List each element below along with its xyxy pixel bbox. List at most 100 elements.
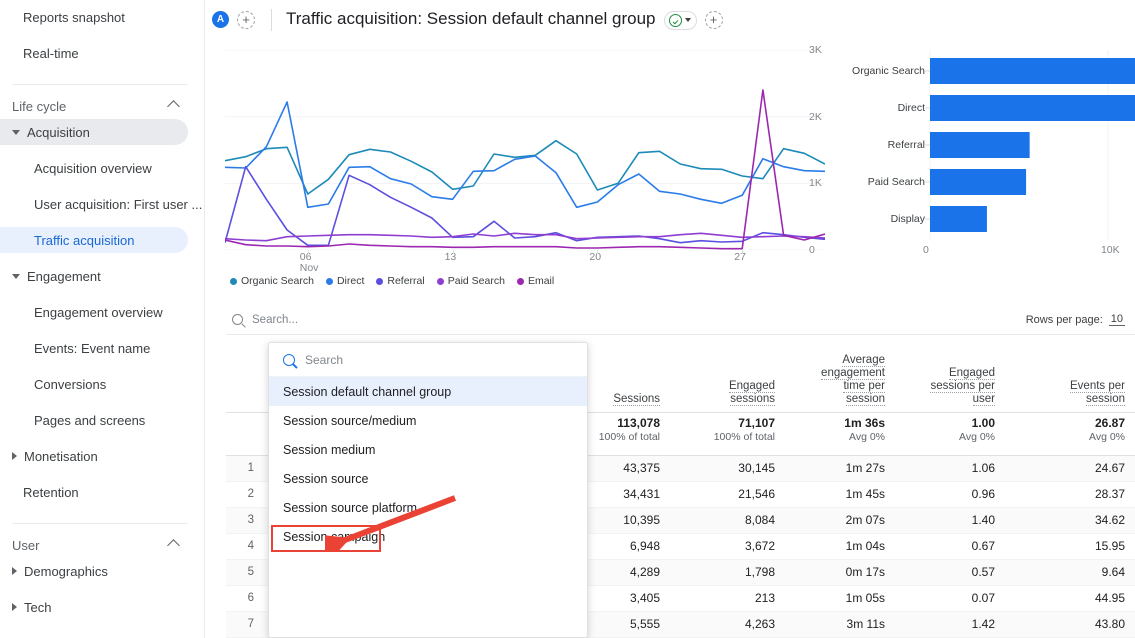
dropdown-option-session-default-channel-group[interactable]: Session default channel group bbox=[269, 377, 587, 406]
dropdown-option-label: Session default channel group bbox=[283, 384, 452, 399]
row-cell: 1.06 bbox=[895, 455, 1005, 482]
legend-item[interactable]: Paid Search bbox=[436, 275, 505, 287]
header-divider bbox=[271, 8, 272, 31]
totals-cell: 26.87 Avg 0% bbox=[1005, 412, 1135, 456]
sidebar-item-demographics[interactable]: Demographics bbox=[0, 558, 188, 584]
table-col-engaged-sessions[interactable]: Engaged sessions bbox=[670, 336, 785, 412]
chevron-up-icon bbox=[167, 99, 180, 113]
add-filter-button[interactable]: + bbox=[704, 10, 723, 29]
totals-cell: 1.00 Avg 0% bbox=[895, 412, 1005, 456]
sidebar-item-retention[interactable]: Retention bbox=[0, 479, 188, 505]
row-cell: 0.07 bbox=[895, 585, 1005, 612]
caret-down-icon bbox=[12, 273, 20, 279]
sidebar-item-traffic-acquisition[interactable]: Traffic acquisition bbox=[0, 227, 188, 253]
dropdown-search-input[interactable]: Search bbox=[305, 353, 343, 367]
legend-item[interactable]: Referral bbox=[376, 275, 425, 287]
sidebar-item-acquisition-overview[interactable]: Acquisition overview bbox=[0, 155, 188, 181]
sidebar-item-conversions[interactable]: Conversions bbox=[0, 371, 188, 397]
legend-color-dot bbox=[230, 277, 237, 285]
dropdown-option-label: Session source platform bbox=[283, 500, 418, 515]
sidebar-section-life-cycle[interactable]: Life cycle bbox=[0, 93, 204, 119]
row-cell: 3m 11s bbox=[785, 611, 895, 638]
sidebar: Reports snapshot Real-time Life cycle Acqui… bbox=[0, 0, 205, 638]
sidebar-item-label: Events: Event name bbox=[34, 340, 151, 356]
sidebar-item-monetisation[interactable]: Monetisation bbox=[0, 443, 188, 469]
dropdown-option-session-medium[interactable]: Session medium bbox=[269, 435, 587, 464]
legend-item[interactable]: Email bbox=[516, 275, 554, 287]
legend-color-dot bbox=[436, 277, 444, 285]
row-index: 5 bbox=[226, 559, 260, 586]
row-cell: 213 bbox=[670, 585, 785, 612]
dropdown-option-session-source-medium[interactable]: Session source/medium bbox=[269, 406, 587, 435]
row-index: 4 bbox=[226, 533, 260, 560]
table-col-events-per-session[interactable]: Events per session bbox=[1005, 336, 1135, 412]
dropdown-search[interactable]: Search bbox=[269, 343, 587, 377]
row-index: 1 bbox=[226, 455, 260, 482]
dropdown-option-label: Session campaign bbox=[283, 529, 386, 544]
row-index: 3 bbox=[226, 507, 260, 534]
sidebar-item-tech[interactable]: Tech bbox=[0, 594, 188, 620]
row-cell: 1m 27s bbox=[785, 455, 895, 482]
page-title-text: Traffic acquisition: Session default cha… bbox=[286, 9, 656, 29]
row-cell: 1m 45s bbox=[785, 481, 895, 508]
row-cell: 43.80 bbox=[1005, 611, 1135, 638]
dropdown-option-session-source[interactable]: Session source bbox=[269, 464, 587, 493]
caret-right-icon bbox=[12, 603, 17, 611]
sidebar-item-engagement-overview[interactable]: Engagement overview bbox=[0, 299, 188, 325]
sidebar-item-acquisition[interactable]: Acquisition bbox=[0, 119, 188, 145]
sidebar-item-real-time[interactable]: Real-time bbox=[0, 40, 188, 66]
caret-right-icon bbox=[12, 567, 17, 575]
totals-subtext: Avg 0% bbox=[1089, 430, 1125, 443]
line-chart-ytick: 3K bbox=[809, 44, 822, 56]
legend-color-dot bbox=[516, 277, 524, 285]
totals-subtext: Avg 0% bbox=[959, 430, 995, 443]
row-cell: 28.37 bbox=[1005, 481, 1135, 508]
legend-item[interactable]: Organic Search bbox=[230, 275, 314, 287]
row-cell: 15.95 bbox=[1005, 533, 1135, 560]
row-cell: 0m 17s bbox=[785, 559, 895, 586]
row-cell: 3,672 bbox=[670, 533, 785, 560]
row-cell: 0.57 bbox=[895, 559, 1005, 586]
row-cell: 1.42 bbox=[895, 611, 1005, 638]
row-cell: 1m 05s bbox=[785, 585, 895, 612]
totals-subtext: Avg 0% bbox=[849, 430, 885, 443]
sidebar-section-user[interactable]: User bbox=[0, 532, 204, 558]
search-input[interactable]: Search... bbox=[252, 314, 298, 326]
dropdown-options: Session default channel group Session sou… bbox=[269, 377, 587, 551]
rows-per-page-value[interactable]: 10 bbox=[1108, 313, 1125, 326]
sidebar-item-engagement[interactable]: Engagement bbox=[0, 263, 188, 289]
table-col-average-engagement-time-per-session[interactable]: Average engagement time per session bbox=[785, 336, 895, 412]
sidebar-section-label: Life cycle bbox=[12, 98, 67, 114]
search-icon bbox=[232, 314, 243, 325]
sidebar-item-pages-and-screens[interactable]: Pages and screens bbox=[0, 407, 188, 433]
sidebar-item-reports-snapshot[interactable]: Reports snapshot bbox=[0, 4, 188, 30]
rows-per-page-label: Rows per page: bbox=[1025, 313, 1103, 326]
sidebar-item-label: Engagement overview bbox=[34, 304, 163, 320]
sidebar-item-events-event-name[interactable]: Events: Event name bbox=[0, 335, 188, 361]
bar-chart-category-label: Referral bbox=[887, 139, 925, 151]
table-col-index bbox=[226, 336, 260, 412]
dropdown-option-session-campaign[interactable]: Session campaign bbox=[269, 522, 587, 551]
status-badge[interactable] bbox=[663, 10, 697, 30]
sidebar-divider bbox=[12, 84, 188, 85]
sidebar-item-label: Traffic acquisition bbox=[34, 232, 135, 248]
dropdown-option-session-source-platform[interactable]: Session source platform bbox=[269, 493, 587, 522]
dimension-dropdown[interactable]: Search Session default channel group Sess… bbox=[268, 342, 588, 638]
legend-item[interactable]: Direct bbox=[325, 275, 364, 287]
sidebar-item-label: Reports snapshot bbox=[23, 9, 125, 25]
row-cell: 24.67 bbox=[1005, 455, 1135, 482]
row-index: 7 bbox=[226, 611, 260, 638]
line-chart-ytick: 0 bbox=[809, 244, 815, 256]
totals-cell: 71,107 100% of total bbox=[670, 412, 785, 456]
sidebar-item-label: User acquisition: First user ... bbox=[34, 196, 203, 212]
sidebar-section-label: User bbox=[12, 537, 40, 553]
add-comparison-button[interactable]: + bbox=[237, 10, 255, 29]
line-chart-ytick: 1K bbox=[809, 177, 822, 190]
row-index: 6 bbox=[226, 585, 260, 612]
row-cell: 0.67 bbox=[895, 533, 1005, 560]
table-col-engaged-sessions-per-user[interactable]: Engaged sessions per user bbox=[895, 336, 1005, 412]
bar-chart-category-label: Organic Search bbox=[852, 65, 925, 77]
sidebar-item-user-acquisition-first-user[interactable]: User acquisition: First user ... bbox=[0, 191, 202, 217]
totals-cell: 1m 36s Avg 0% bbox=[785, 412, 895, 456]
caret-down-icon bbox=[12, 129, 20, 135]
